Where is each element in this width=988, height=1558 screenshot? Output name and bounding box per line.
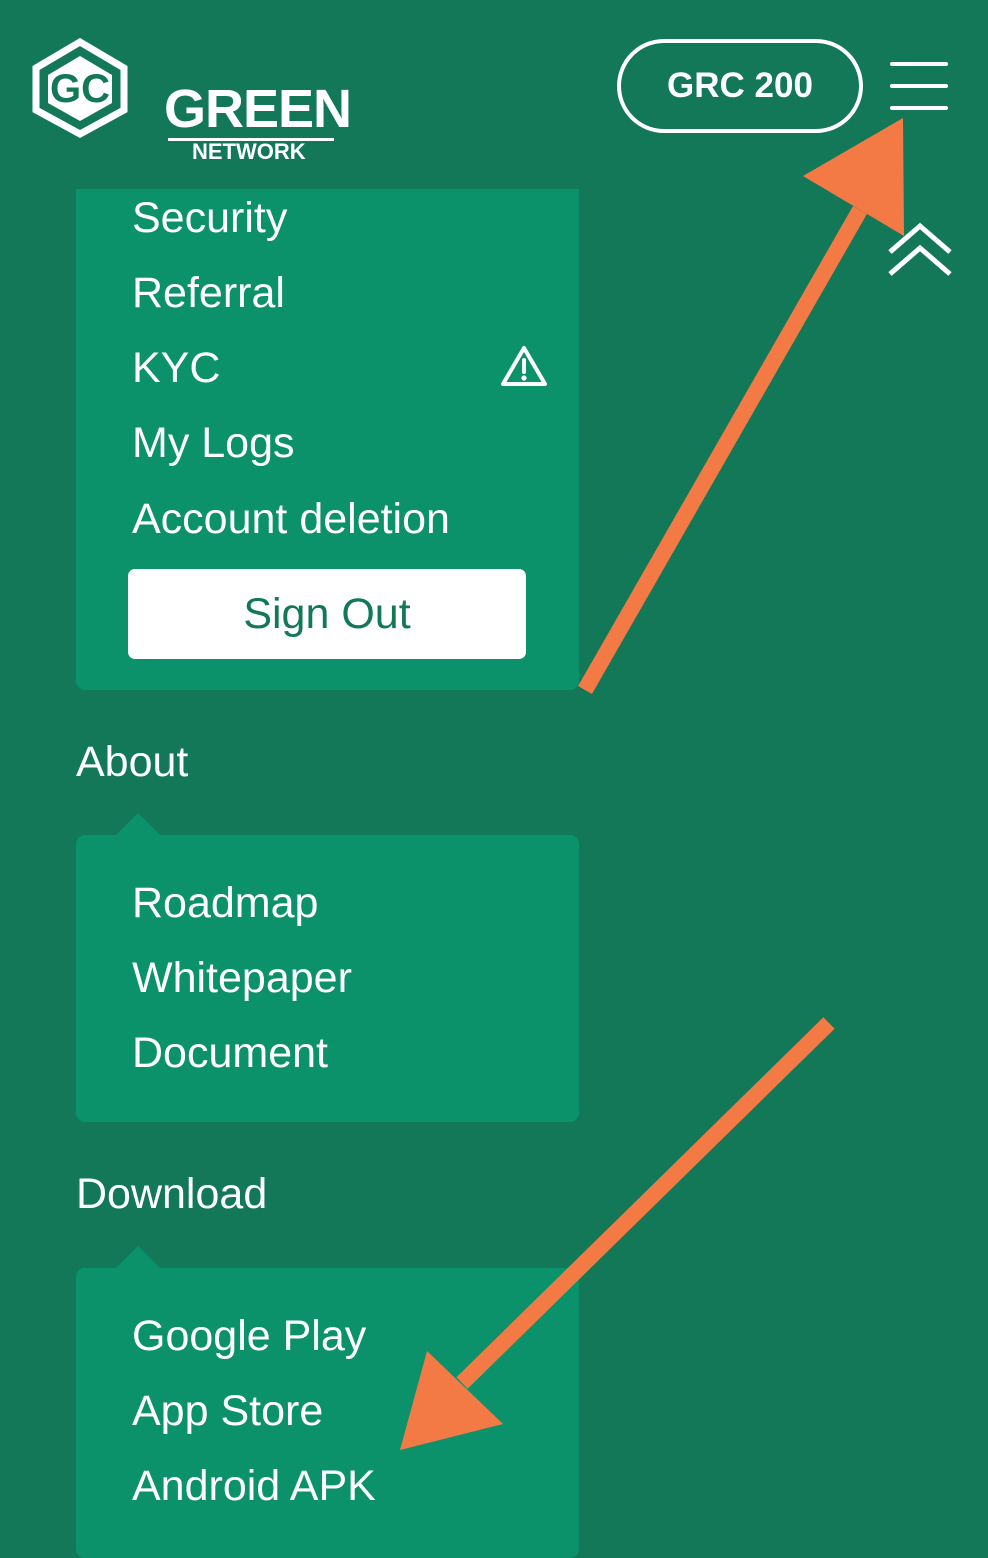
- brand-name: GREEN: [164, 79, 352, 139]
- section-title-about[interactable]: About: [76, 741, 188, 784]
- hamburger-menu-icon[interactable]: [886, 58, 952, 118]
- menu-item-roadmap[interactable]: Roadmap: [132, 882, 318, 925]
- brand-logo[interactable]: GC GREEN NETWORK: [28, 38, 352, 163]
- collapse-chevron-up-icon[interactable]: [884, 218, 956, 280]
- warning-icon: [501, 346, 547, 386]
- menu-item-document[interactable]: Document: [132, 1032, 328, 1075]
- gc-logo-icon: GC: [32, 38, 128, 138]
- download-menu-panel: Google Play App Store Android APK: [76, 1246, 579, 1558]
- sign-out-button[interactable]: Sign Out: [128, 569, 526, 659]
- dropdown-pointer: [116, 1246, 160, 1268]
- menu-item-app-store[interactable]: App Store: [132, 1390, 323, 1433]
- menu-item-whitepaper[interactable]: Whitepaper: [132, 957, 352, 1000]
- menu-item-account-deletion[interactable]: Account deletion: [132, 498, 450, 541]
- svg-text:GC: GC: [50, 67, 110, 111]
- about-menu-panel: Roadmap Whitepaper Document: [76, 813, 579, 1122]
- annotation-arrow-to-menu: [578, 206, 867, 694]
- dropdown-pointer: [116, 813, 160, 835]
- menu-item-my-logs[interactable]: My Logs: [132, 422, 295, 465]
- section-title-download[interactable]: Download: [76, 1173, 267, 1216]
- menu-item-security[interactable]: Security: [132, 197, 287, 240]
- menu-item-referral[interactable]: Referral: [132, 272, 285, 315]
- balance-button[interactable]: GRC 200: [617, 39, 863, 133]
- brand-subtitle: NETWORK: [192, 139, 306, 164]
- account-menu-panel: Security Referral KYC My Logs Account de…: [76, 189, 579, 690]
- menu-item-google-play[interactable]: Google Play: [132, 1315, 366, 1358]
- menu-item-android-apk[interactable]: Android APK: [132, 1465, 376, 1508]
- menu-item-kyc[interactable]: KYC: [132, 347, 220, 390]
